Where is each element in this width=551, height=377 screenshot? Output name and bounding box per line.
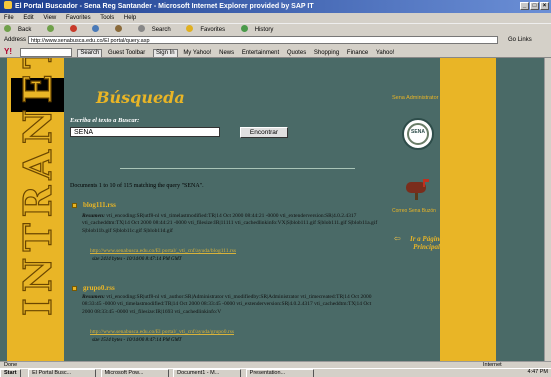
menu-help[interactable]: Help <box>124 15 136 21</box>
search-icon <box>137 25 145 32</box>
menu-file[interactable]: File <box>4 15 14 21</box>
result-summary-text: vti_encoding:SR|utf8-nl vti_timelastmodi… <box>82 213 378 234</box>
search-label: Search <box>151 27 171 33</box>
admin-label[interactable]: Sena Administrator <box>392 95 438 101</box>
search-label: Escriba el texto a Buscar: <box>70 117 140 124</box>
yahoo-item-my-yahoo[interactable]: My Yahoo! <box>183 50 211 56</box>
favorites-label: Favorites <box>200 27 226 33</box>
yahoo-item-quotes[interactable]: Quotes <box>287 50 306 56</box>
history-label: History <box>254 27 274 33</box>
go-button[interactable]: Go Links <box>508 35 532 46</box>
standard-toolbar: Back Search Favorites History <box>0 23 551 35</box>
yahoo-signin-button[interactable]: Sign In <box>152 49 178 57</box>
result-bullet-icon <box>72 286 77 291</box>
ie-icon <box>4 1 12 9</box>
stop-icon <box>69 25 77 32</box>
back-icon <box>4 25 11 32</box>
status-bar: Done Internet <box>0 361 551 368</box>
sena-logo: SENA <box>402 118 434 150</box>
yahoo-toolbar: Y! Search Guest Toolbar Sign In My Yahoo… <box>0 46 551 58</box>
home-icon <box>115 25 123 32</box>
links-label[interactable]: Links <box>518 37 532 43</box>
result-size: size 2414 bytes - 10/14/00 8:47:14 PM GM… <box>92 257 182 262</box>
mailbox-link[interactable]: Correo Sena Buzón <box>392 208 436 214</box>
yahoo-item-finance[interactable]: Finance <box>347 50 368 56</box>
yahoo-item-yahoo[interactable]: Yahoo! <box>376 50 395 56</box>
page-content: INTRANET Búsqueda Escriba el texto a Bus… <box>0 58 544 361</box>
menu-edit[interactable]: Edit <box>23 15 33 21</box>
yahoo-item-news[interactable]: News <box>219 50 234 56</box>
yahoo-search-button[interactable]: Search <box>77 49 103 57</box>
result-title-link[interactable]: grupo0.rss <box>83 284 115 292</box>
favorites-icon <box>186 25 194 32</box>
taskbar-clock: 4:47 PM <box>527 369 548 375</box>
result-summary-text: vti_encoding:SR|utf8-nl vti_author:SR|Ad… <box>82 294 372 315</box>
page-title: Búsqueda <box>96 88 185 107</box>
stop-button[interactable] <box>69 25 84 33</box>
minimize-button[interactable]: _ <box>520 2 529 10</box>
result-url-link[interactable]: http://www.senabusca.edu.co/El portal/_v… <box>90 329 390 335</box>
divider <box>120 168 355 169</box>
refresh-button[interactable] <box>92 25 106 33</box>
yahoo-logo[interactable]: Y! <box>4 47 12 56</box>
back-button[interactable]: Back <box>4 25 38 33</box>
yahoo-item-shopping[interactable]: Shopping <box>314 50 339 56</box>
forward-button[interactable] <box>47 25 61 33</box>
maximize-button[interactable]: □ <box>530 2 539 10</box>
intranet-banner-text: INTRANET <box>14 58 60 317</box>
result-url-link[interactable]: http://www.senabusca.edu.co/El portal/_v… <box>90 248 390 254</box>
home-button[interactable] <box>115 25 129 33</box>
result-summary: Resumen: vti_encoding:SR|utf8-nl vti_tim… <box>82 213 382 235</box>
menu-view[interactable]: View <box>43 15 56 21</box>
history-icon <box>240 25 248 32</box>
menu-bar: File Edit View Favorites Tools Help <box>0 13 551 23</box>
result-summary-label: Resumen: <box>82 294 105 300</box>
intranet-banner: INTRANET <box>4 58 68 318</box>
vertical-scrollbar[interactable] <box>544 58 551 361</box>
yahoo-guest-label: Guest Toolbar <box>108 50 146 56</box>
address-input[interactable]: http://www.senabusca.edu.co/El portal/qu… <box>28 36 498 44</box>
search-input[interactable]: SENA <box>70 127 220 137</box>
find-button[interactable]: Encontrar <box>240 127 288 138</box>
arrow-left-icon[interactable]: ⇦ <box>394 234 401 243</box>
yahoo-search-input[interactable] <box>19 47 72 57</box>
menu-tools[interactable]: Tools <box>100 15 114 21</box>
yahoo-item-entertainment[interactable]: Entertainment <box>242 50 279 56</box>
back-label: Back <box>18 27 32 33</box>
result-summary-label: Resumen: <box>82 213 105 219</box>
result-size: size 1514 bytes - 10/14/00 8:47:14 PM GM… <box>92 338 182 343</box>
forward-icon <box>47 25 55 32</box>
close-button[interactable]: × <box>540 2 549 10</box>
window-controls: _ □ × <box>520 2 549 10</box>
refresh-icon <box>92 25 100 32</box>
results-summary: Documents 1 to 10 of 115 matching the qu… <box>70 183 204 189</box>
address-bar: Address http://www.senabusca.edu.co/El p… <box>0 35 551 46</box>
search-button[interactable]: Search <box>137 25 178 33</box>
result-bullet-icon <box>72 203 77 208</box>
right-sidebar <box>440 58 496 361</box>
menu-favorites[interactable]: Favorites <box>66 15 91 21</box>
history-button[interactable]: History <box>240 25 281 33</box>
window-titlebar[interactable]: El Portal Buscador - Sena Reg Santander … <box>0 0 551 13</box>
mailbox-icon[interactable] <box>403 178 433 200</box>
window-title: El Portal Buscador - Sena Reg Santander … <box>15 3 314 10</box>
go-label: Go <box>508 37 517 43</box>
favorites-button[interactable]: Favorites <box>186 25 232 33</box>
address-label: Address <box>4 37 27 43</box>
result-title-link[interactable]: blog111.rss <box>83 201 116 209</box>
sena-logo-text: SENA <box>411 129 425 135</box>
main-page-link[interactable]: Ir a Página Principal <box>404 235 449 251</box>
result-summary: Resumen: vti_encoding:SR|utf8-nl vti_aut… <box>82 294 382 316</box>
